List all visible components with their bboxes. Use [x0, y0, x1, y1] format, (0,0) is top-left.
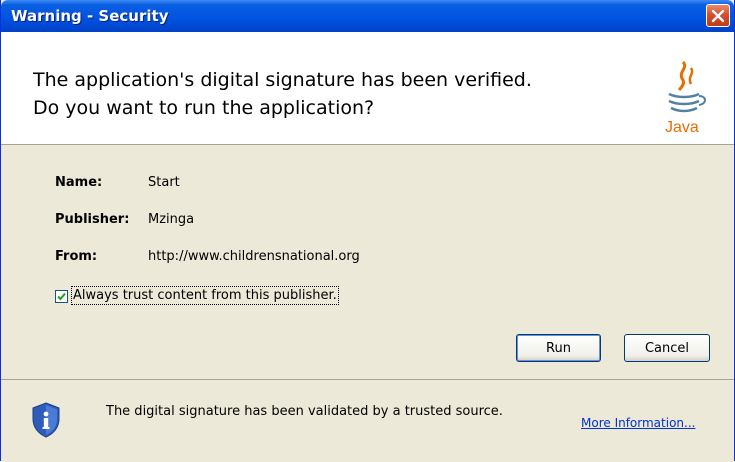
- more-information-link[interactable]: More Information...: [581, 416, 695, 430]
- headline-line-2: Do you want to run the application?: [33, 97, 375, 119]
- info-shield-icon: [32, 402, 60, 438]
- header-panel: The application's digital signature has …: [1, 32, 734, 145]
- title-bar[interactable]: Warning - Security: [1, 0, 734, 32]
- publisher-value: Mzinga: [148, 212, 195, 227]
- cancel-button[interactable]: Cancel: [624, 334, 710, 362]
- java-logo: Java: [655, 58, 715, 138]
- signature-message: The digital signature has been validated…: [106, 404, 503, 419]
- security-dialog: Warning - Security The application's dig…: [0, 0, 735, 462]
- from-label: From:: [55, 249, 98, 264]
- footer-panel: The digital signature has been validated…: [1, 379, 734, 462]
- always-trust-label[interactable]: Always trust content from this publisher…: [71, 286, 339, 305]
- headline: The application's digital signature has …: [33, 66, 532, 122]
- close-icon: [711, 9, 725, 23]
- java-cup-icon: Java: [665, 60, 706, 136]
- name-value: Start: [148, 175, 180, 190]
- from-value: http://www.childrensnational.org: [148, 249, 360, 264]
- checkmark-icon: [57, 292, 66, 301]
- always-trust-checkbox[interactable]: [55, 290, 68, 303]
- name-label: Name:: [55, 175, 103, 190]
- svg-text:Java: Java: [665, 119, 699, 136]
- run-button[interactable]: Run: [516, 334, 601, 362]
- publisher-label: Publisher:: [55, 212, 130, 227]
- headline-line-1: The application's digital signature has …: [33, 69, 532, 91]
- close-button[interactable]: [706, 4, 730, 27]
- window-title: Warning - Security: [11, 7, 169, 25]
